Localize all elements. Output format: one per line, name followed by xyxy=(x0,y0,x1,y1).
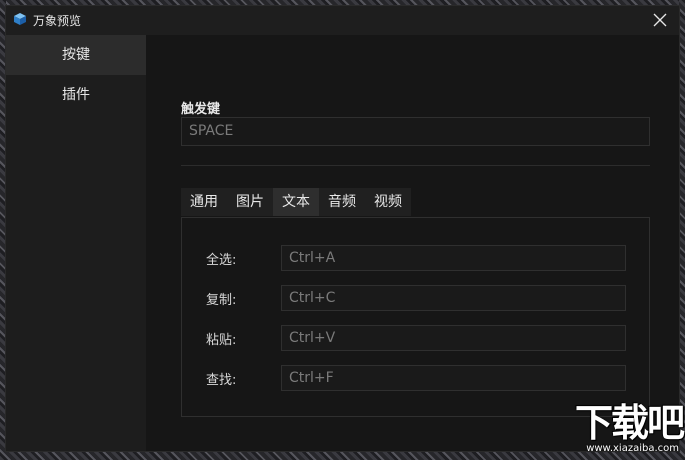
sidebar-item-keys[interactable]: 按键 xyxy=(6,35,146,75)
sidebar-item-plugins[interactable]: 插件 xyxy=(6,75,146,115)
shortcut-row-copy: 复制: Ctrl+C xyxy=(182,285,649,311)
trigger-key-field[interactable]: SPACE xyxy=(181,117,650,146)
shortcut-label: 全选: xyxy=(206,253,237,268)
close-button[interactable] xyxy=(649,9,671,31)
tab-general[interactable]: 通用 xyxy=(181,188,227,216)
select-all-shortcut-field[interactable]: Ctrl+A xyxy=(281,245,626,271)
shortcut-panel: 全选: Ctrl+A 复制: Ctrl+C 粘贴: Ctrl+V 查找: Ctr… xyxy=(181,217,650,417)
cube-logo-icon xyxy=(14,13,26,25)
title-bar[interactable]: 万象预览 xyxy=(6,6,679,35)
tab-text[interactable]: 文本 xyxy=(273,188,319,216)
settings-sidebar: 按键 插件 xyxy=(6,35,146,451)
file-type-tabs: 通用 图片 文本 音频 视频 xyxy=(181,188,411,216)
copy-shortcut-field[interactable]: Ctrl+C xyxy=(281,285,626,311)
watermark-url: www.xiazaiba.com xyxy=(586,443,679,454)
close-icon xyxy=(653,13,667,27)
trigger-key-label: 触发键 xyxy=(181,102,221,117)
shortcut-label: 查找: xyxy=(206,373,237,388)
find-shortcut-field[interactable]: Ctrl+F xyxy=(281,365,626,391)
shortcut-row-paste: 粘贴: Ctrl+V xyxy=(182,325,649,351)
settings-content: 触发键 SPACE 通用 图片 文本 音频 视频 全选: Ctrl+A 复制: … xyxy=(146,35,679,451)
preview-settings-window: 万象预览 按键 插件 触发键 SPACE 通用 图片 文本 音频 视频 全选: … xyxy=(5,5,680,452)
shortcut-label: 复制: xyxy=(206,293,237,308)
paste-shortcut-field[interactable]: Ctrl+V xyxy=(281,325,626,351)
shortcut-row-select-all: 全选: Ctrl+A xyxy=(182,245,649,271)
section-divider xyxy=(181,165,650,166)
window-title: 万象预览 xyxy=(33,14,82,28)
tab-video[interactable]: 视频 xyxy=(365,188,411,216)
watermark-logo-text: 下载吧 xyxy=(574,401,685,445)
tab-audio[interactable]: 音频 xyxy=(319,188,365,216)
shortcut-row-find: 查找: Ctrl+F xyxy=(182,365,649,391)
tab-image[interactable]: 图片 xyxy=(227,188,273,216)
shortcut-label: 粘贴: xyxy=(206,333,237,348)
site-watermark: 下载吧 www.xiazaiba.com xyxy=(543,401,685,454)
